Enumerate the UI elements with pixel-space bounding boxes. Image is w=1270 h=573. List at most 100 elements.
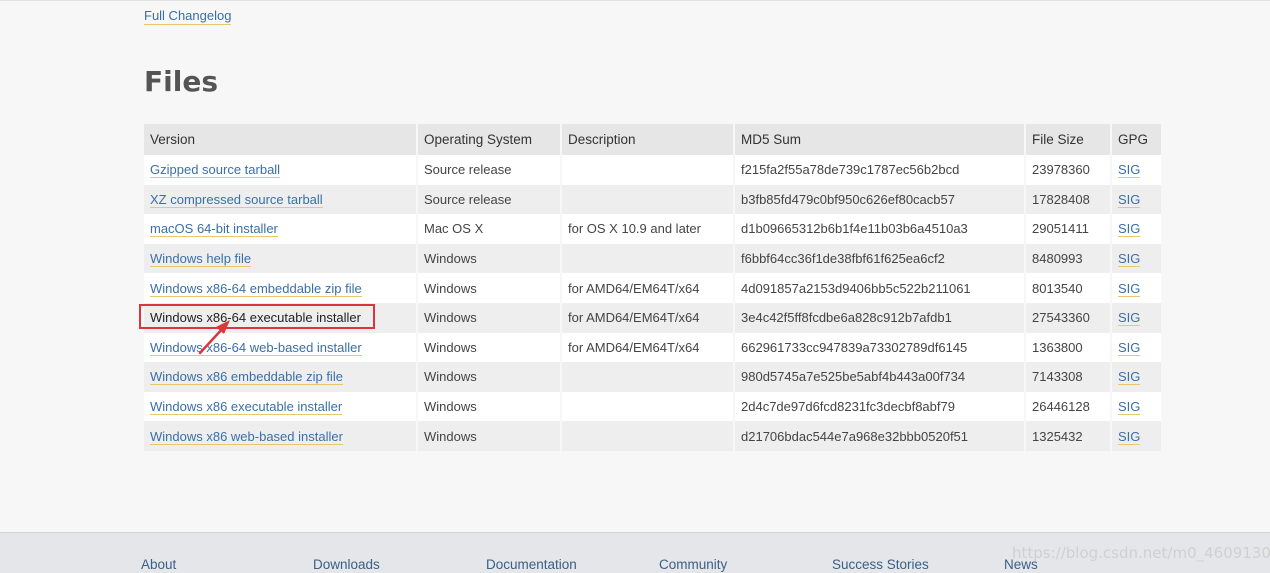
table-row: XZ compressed source tarball Source rele…: [144, 184, 1161, 215]
gpg-cell: SIG: [1112, 391, 1161, 422]
column-header-version: Version: [144, 124, 416, 155]
table-row: Windows x86-64 embeddable zip file Windo…: [144, 273, 1161, 303]
file-download-link[interactable]: macOS 64-bit installer: [150, 221, 278, 238]
sig-link[interactable]: SIG: [1118, 221, 1141, 238]
table-header-row: Version Operating System Description MD5…: [144, 124, 1161, 155]
version-cell: macOS 64-bit installer: [144, 214, 416, 244]
file-download-link[interactable]: Windows x86 embeddable zip file: [150, 369, 343, 386]
file-download-link[interactable]: Windows x86-64 web-based installer: [150, 339, 362, 356]
md5-cell: 662961733cc947839a73302789df6145: [735, 332, 1024, 363]
version-cell: Windows x86-64 executable installer: [144, 302, 416, 333]
description-cell: [562, 243, 733, 274]
table-row: Windows x86 web-based installer Windows …: [144, 421, 1161, 451]
file-size-cell: 29051411: [1026, 214, 1110, 244]
md5-cell: 2d4c7de97d6fcd8231fc3decbf8abf79: [735, 391, 1024, 422]
version-cell: Windows x86-64 web-based installer: [144, 332, 416, 363]
description-cell: [562, 184, 733, 215]
site-footer: About Downloads Documentation Community …: [0, 532, 1270, 573]
file-download-link[interactable]: Gzipped source tarball: [150, 162, 281, 179]
file-download-link[interactable]: Windows x86 executable installer: [150, 399, 343, 416]
version-cell: Windows help file: [144, 243, 416, 274]
os-cell: Mac OS X: [418, 214, 560, 244]
md5-cell: 3e4c42f5ff8fcdbe6a828c912b7afdb1: [735, 302, 1024, 333]
table-row: Windows help file Windows f6bbf64cc36f1d…: [144, 243, 1161, 274]
table-row-highlighted: Windows x86-64 executable installer Wind…: [144, 302, 1161, 333]
file-download-link[interactable]: Windows help file: [150, 251, 252, 268]
gpg-cell: SIG: [1112, 214, 1161, 244]
md5-cell: 4d091857a2153d9406bb5c522b211061: [735, 273, 1024, 303]
table-row: Windows x86-64 web-based installer Windo…: [144, 332, 1161, 363]
sig-link[interactable]: SIG: [1118, 162, 1141, 179]
table-row: macOS 64-bit installer Mac OS X for OS X…: [144, 214, 1161, 244]
file-size-cell: 27543360: [1026, 302, 1110, 333]
table-row: Windows x86 executable installer Windows…: [144, 391, 1161, 422]
gpg-cell: SIG: [1112, 421, 1161, 451]
version-cell: Windows x86 web-based installer: [144, 421, 416, 451]
md5-cell: f215fa2f55a78de739c1787ec56b2bcd: [735, 155, 1024, 185]
gpg-cell: SIG: [1112, 302, 1161, 333]
gpg-cell: SIG: [1112, 273, 1161, 303]
md5-cell: 980d5745a7e525be5abf4b443a00f734: [735, 362, 1024, 392]
version-cell: Windows x86 executable installer: [144, 391, 416, 422]
footer-link-success-stories[interactable]: Success Stories: [832, 557, 929, 573]
sig-link[interactable]: SIG: [1118, 428, 1141, 445]
os-cell: Source release: [418, 184, 560, 215]
os-cell: Windows: [418, 273, 560, 303]
file-size-cell: 26446128: [1026, 391, 1110, 422]
md5-cell: d1b09665312b6b1f4e11b03b6a4510a3: [735, 214, 1024, 244]
sig-link[interactable]: SIG: [1118, 251, 1141, 268]
version-cell: Windows x86-64 embeddable zip file: [144, 273, 416, 303]
footer-link-news[interactable]: News: [1004, 557, 1038, 573]
description-cell: for AMD64/EM64T/x64: [562, 302, 733, 333]
version-cell: Windows x86 embeddable zip file: [144, 362, 416, 392]
table-row: Windows x86 embeddable zip file Windows …: [144, 362, 1161, 392]
full-changelog-link[interactable]: Full Changelog: [144, 8, 232, 25]
os-cell: Windows: [418, 391, 560, 422]
os-cell: Windows: [418, 362, 560, 392]
description-cell: [562, 391, 733, 422]
os-cell: Source release: [418, 155, 560, 185]
os-cell: Windows: [418, 243, 560, 274]
version-cell: Gzipped source tarball: [144, 155, 416, 185]
file-size-cell: 1363800: [1026, 332, 1110, 363]
file-size-cell: 7143308: [1026, 362, 1110, 392]
gpg-cell: SIG: [1112, 362, 1161, 392]
file-size-cell: 8013540: [1026, 273, 1110, 303]
os-cell: Windows: [418, 332, 560, 363]
version-cell: XZ compressed source tarball: [144, 184, 416, 215]
top-divider: [0, 0, 1270, 1]
sig-link[interactable]: SIG: [1118, 310, 1141, 327]
gpg-cell: SIG: [1112, 332, 1161, 363]
sig-link[interactable]: SIG: [1118, 191, 1141, 208]
column-header-file-size: File Size: [1026, 124, 1110, 155]
file-download-link[interactable]: Windows x86 web-based installer: [150, 428, 343, 445]
os-cell: Windows: [418, 302, 560, 333]
file-download-link[interactable]: Windows x86-64 embeddable zip file: [150, 280, 362, 297]
file-download-link[interactable]: XZ compressed source tarball: [150, 191, 323, 208]
sig-link[interactable]: SIG: [1118, 399, 1141, 416]
column-header-operating-system: Operating System: [418, 124, 560, 155]
files-heading: Files: [144, 65, 218, 98]
md5-cell: b3fb85fd479c0bf950c626ef80cacb57: [735, 184, 1024, 215]
footer-link-about[interactable]: About: [141, 557, 176, 573]
sig-link[interactable]: SIG: [1118, 339, 1141, 356]
column-header-gpg: GPG: [1112, 124, 1161, 155]
description-cell: [562, 362, 733, 392]
footer-link-documentation[interactable]: Documentation: [486, 557, 577, 573]
description-cell: for OS X 10.9 and later: [562, 214, 733, 244]
gpg-cell: SIG: [1112, 243, 1161, 274]
description-cell: for AMD64/EM64T/x64: [562, 273, 733, 303]
files-table: Version Operating System Description MD5…: [142, 124, 1163, 451]
sig-link[interactable]: SIG: [1118, 280, 1141, 297]
footer-link-downloads[interactable]: Downloads: [313, 557, 380, 573]
description-cell: for AMD64/EM64T/x64: [562, 332, 733, 363]
column-header-description: Description: [562, 124, 733, 155]
file-size-cell: 1325432: [1026, 421, 1110, 451]
file-size-cell: 8480993: [1026, 243, 1110, 274]
description-cell: [562, 155, 733, 185]
file-download-link[interactable]: Windows x86-64 executable installer: [150, 310, 361, 325]
table-row: Gzipped source tarball Source release f2…: [144, 155, 1161, 185]
footer-link-community[interactable]: Community: [659, 557, 727, 573]
file-size-cell: 23978360: [1026, 155, 1110, 185]
sig-link[interactable]: SIG: [1118, 369, 1141, 386]
